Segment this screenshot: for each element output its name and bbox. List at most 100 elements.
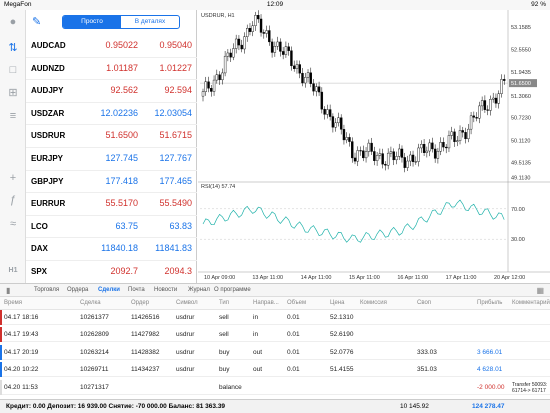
- candle-body: [386, 152, 390, 166]
- quote-row-usdrur[interactable]: USDRUR 51.6500 51.6715: [26, 124, 197, 149]
- candle-body: [259, 18, 263, 33]
- deal-row[interactable]: 04.17 19:43 10262809 11427982 usdrur sell in 0…: [0, 327, 550, 343]
- deal-deal: 10261377: [80, 314, 109, 321]
- candle-body: [359, 150, 362, 152]
- candle-body: [257, 15, 260, 20]
- price-tick-label: 49.1130: [511, 176, 530, 182]
- quote-bid: 127.745: [105, 153, 138, 163]
- candle-body: [439, 142, 442, 152]
- crosshair-icon[interactable]: +: [3, 170, 23, 186]
- quote-row-lco[interactable]: LCO 63.75 63.83: [26, 215, 197, 239]
- segment-detail[interactable]: В деталях: [121, 16, 179, 28]
- candle-body: [345, 137, 348, 141]
- candle-body: [254, 15, 257, 26]
- deal-row[interactable]: 04.17 20:19 10263214 11428382 usdrur buy out 0…: [0, 344, 550, 360]
- deal-profit: 3 666.01: [477, 348, 503, 356]
- view-mode-segment: Просто В деталях: [62, 15, 180, 29]
- quote-ask: 11841.83: [155, 243, 192, 254]
- candle-body: [475, 117, 478, 119]
- candle-body: [491, 97, 495, 100]
- candle-body: [367, 142, 371, 152]
- balance-footer: Кредит: 0.00 Депозит: 16 939.00 Снятие: …: [0, 399, 550, 413]
- add-doc-icon[interactable]: ⊞: [3, 85, 23, 101]
- timeframe-icon[interactable]: H1: [3, 263, 23, 279]
- quote-row-gbpjpy[interactable]: GBPJPY 177.418 177.465: [26, 170, 197, 194]
- deal-price: 52.6190: [330, 331, 354, 339]
- quote-ask: 0.95040: [159, 40, 192, 50]
- balance-line: Кредит: 0.00 Депозит: 16 939.00 Снятие: …: [6, 403, 226, 410]
- column-header[interactable]: Комментарий: [512, 300, 550, 306]
- candle-body: [378, 153, 382, 156]
- quote-row-dax[interactable]: DAX 11840.18 11841.83: [26, 237, 197, 262]
- candle-body: [304, 77, 307, 84]
- quote-ask: 127.767: [159, 153, 192, 163]
- chart-title: USDRUR, H1: [201, 13, 235, 19]
- column-header[interactable]: Комиссия: [360, 300, 387, 306]
- left-toolbar: ● ⇅ □ ⊞ ≡ + ƒ ≈ H1: [0, 10, 26, 283]
- function-icon[interactable]: ƒ: [3, 192, 23, 208]
- candle-body: [450, 131, 453, 136]
- layout-icon[interactable]: ▦: [536, 286, 544, 295]
- column-header[interactable]: Тип: [219, 300, 229, 306]
- candle-body: [273, 46, 277, 53]
- quote-row-spx[interactable]: SPX 2092.7 2094.3: [26, 260, 197, 284]
- quote-ask: 1.01227: [159, 62, 192, 73]
- quote-ask: 55.5490: [159, 198, 192, 209]
- date-tick-label: 10 Apr 09:00: [204, 275, 235, 281]
- tab-6[interactable]: О программе: [214, 287, 251, 293]
- quote-row-usdzar[interactable]: USDZAR 12.02236 12.03054: [26, 102, 197, 126]
- column-header[interactable]: Ордер: [131, 300, 149, 306]
- candle-body: [395, 156, 398, 161]
- deal-type: balance: [219, 383, 242, 391]
- deal-row[interactable]: 04.17 18:16 10261377 11426516 usdrur sell in 0…: [0, 310, 550, 325]
- tab-1[interactable]: Ордера: [67, 287, 88, 293]
- column-header[interactable]: Сделка: [80, 300, 101, 306]
- column-header[interactable]: Время: [4, 300, 22, 306]
- price-tick-label: 51.3060: [511, 94, 531, 100]
- transfer-icon[interactable]: ⇅: [3, 40, 23, 56]
- column-header[interactable]: Объем: [287, 300, 306, 306]
- tab-4[interactable]: Новости: [154, 287, 177, 293]
- deal-type: sell: [219, 331, 229, 339]
- date-tick-label: 13 Apr 11:00: [252, 275, 283, 281]
- user-icon[interactable]: ●: [3, 14, 23, 30]
- quote-row-eurrur[interactable]: EURRUR 55.5170 55.5490: [26, 192, 197, 216]
- deal-row[interactable]: 04.20 11:53 10271317 balance -2 000.00 Trans…: [0, 379, 550, 395]
- quote-ask: 177.465: [159, 175, 192, 186]
- deal-color-mark: [0, 379, 2, 395]
- candle-body: [234, 38, 238, 49]
- tab-5[interactable]: Журнал: [188, 287, 210, 293]
- quote-row-audcad[interactable]: AUDCAD 0.95022 0.95040: [26, 34, 197, 58]
- candle-body: [342, 129, 346, 141]
- column-header[interactable]: Прибыль: [477, 300, 502, 306]
- candle-body: [420, 144, 423, 149]
- pencil-icon[interactable]: ✎: [32, 15, 46, 29]
- candle-body: [398, 148, 401, 157]
- column-header[interactable]: Направ...: [253, 300, 279, 306]
- deal-deal: 10271317: [80, 383, 109, 391]
- candle-body: [447, 135, 451, 149]
- tab-0[interactable]: Торговля: [34, 287, 59, 293]
- chart-area[interactable]: USDRUR, H1 RSI(14) 57.74 53.1585 52.5550 51.…: [198, 10, 550, 283]
- deal-row[interactable]: 04.20 10:22 10269711 11434237 usdrur buy out 0…: [0, 362, 550, 378]
- candle-body: [279, 41, 282, 52]
- quote-bid: 2092.7: [110, 266, 138, 276]
- column-header[interactable]: Цена: [330, 300, 344, 306]
- tab-3[interactable]: Почта: [128, 287, 145, 293]
- window-icon[interactable]: ▮: [6, 286, 18, 296]
- segment-simple[interactable]: Просто: [63, 16, 121, 28]
- quote-row-audjpy[interactable]: AUDJPY 92.562 92.594: [26, 79, 197, 103]
- column-header[interactable]: Своп: [417, 300, 431, 306]
- column-header[interactable]: Символ: [176, 300, 198, 306]
- quote-bid: 51.6500: [105, 130, 138, 141]
- chat-icon[interactable]: □: [3, 62, 23, 78]
- quote-row-audnzd[interactable]: AUDNZD 1.01187 1.01227: [26, 57, 197, 81]
- list-icon[interactable]: ≡: [3, 108, 23, 124]
- quote-row-eurjpy[interactable]: EURJPY 127.745 127.767: [26, 147, 197, 171]
- price-chart[interactable]: USDRUR, H1 RSI(14) 57.74 53.1585 52.5550 51.…: [198, 10, 550, 283]
- candle-body: [458, 130, 462, 141]
- tab-2[interactable]: Сделки: [98, 287, 120, 293]
- candle-body: [353, 157, 357, 162]
- indicator-icon[interactable]: ≈: [3, 216, 23, 232]
- deal-order: 11434237: [131, 366, 160, 374]
